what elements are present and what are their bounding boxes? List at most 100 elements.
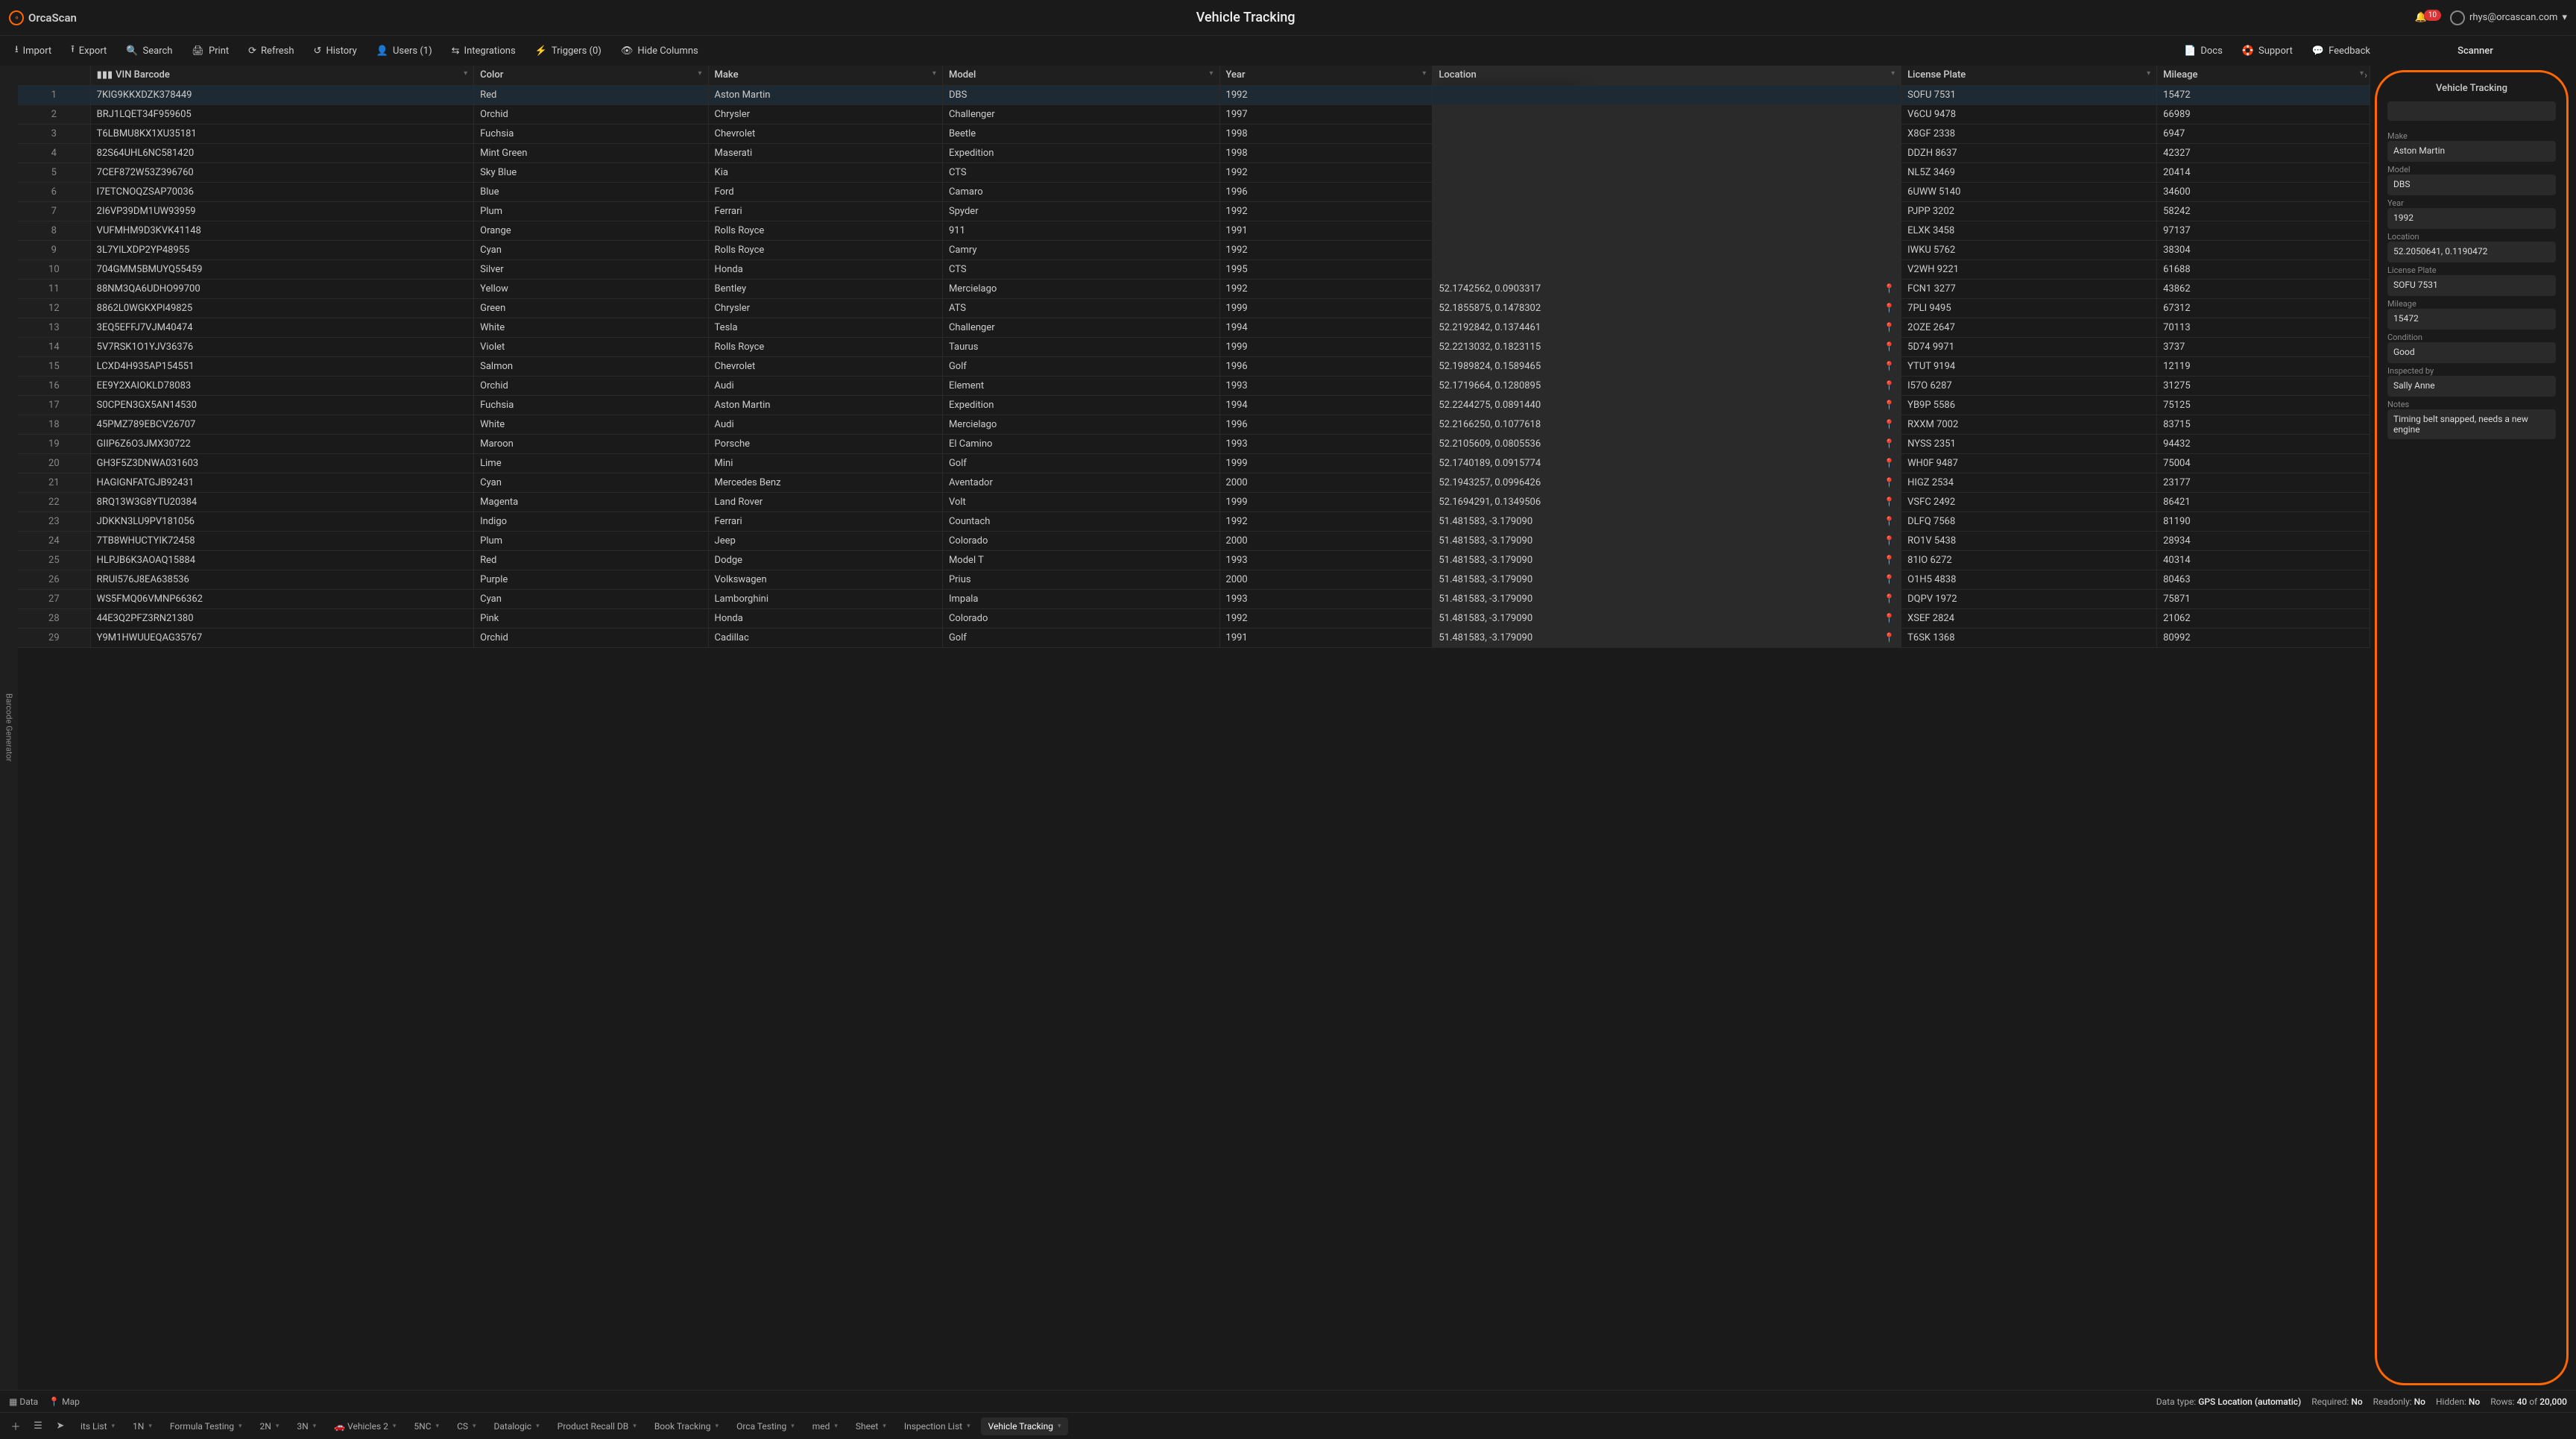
location-pin-icon[interactable]: 📍 [1884, 458, 1895, 468]
cell[interactable]: 1991 [1219, 628, 1433, 647]
cell[interactable]: Magenta [474, 492, 708, 511]
row-number[interactable]: 6 [18, 182, 90, 201]
cell[interactable]: V2WH 9221 [1901, 259, 2157, 279]
cell[interactable]: 67312 [2157, 298, 2370, 318]
location-pin-icon[interactable]: 📍 [1884, 400, 1895, 410]
cell[interactable]: 51.481583, -3.179090📍 [1433, 531, 1901, 550]
row-number[interactable]: 20 [18, 453, 90, 473]
cell[interactable]: Dodge [708, 550, 942, 570]
cell[interactable]: Taurus [942, 337, 1219, 356]
cell[interactable]: 1992 [1219, 201, 1433, 221]
cell[interactable]: Blue [474, 182, 708, 201]
table-row[interactable]: 228RQ13W3G8YTU20384MagentaLand RoverVolt… [18, 492, 2370, 511]
hide-columns-button[interactable]: 👁Hide Columns [613, 42, 706, 60]
cell[interactable]: 52.1855875, 0.1478302📍 [1433, 298, 1901, 318]
row-number[interactable]: 15 [18, 356, 90, 376]
cell[interactable]: 81190 [2157, 511, 2370, 531]
scanner-field-value[interactable]: Sally Anne [2387, 376, 2556, 397]
row-number[interactable]: 22 [18, 492, 90, 511]
table-row[interactable]: 145V7RSK1O1YJV36376VioletRolls RoyceTaur… [18, 337, 2370, 356]
table-row[interactable]: 2BRJ1LQET34F959605OrchidChryslerChalleng… [18, 104, 2370, 124]
cell[interactable]: Spyder [942, 201, 1219, 221]
cell[interactable]: 52.2166250, 0.1077618📍 [1433, 415, 1901, 434]
location-pin-icon[interactable]: 📍 [1884, 283, 1895, 294]
row-number[interactable]: 1 [18, 85, 90, 104]
sheet-tab[interactable]: Orca Testing▾ [729, 1417, 802, 1435]
cell[interactable] [1433, 124, 1901, 143]
cell[interactable]: 31275 [2157, 376, 2370, 395]
cell[interactable]: Purple [474, 570, 708, 589]
cell[interactable]: Aventador [942, 473, 1219, 492]
cell[interactable]: 40314 [2157, 550, 2370, 570]
cell[interactable]: 1991 [1219, 221, 1433, 240]
cell[interactable] [1433, 104, 1901, 124]
cell[interactable]: HIGZ 2534 [1901, 473, 2157, 492]
row-number[interactable]: 16 [18, 376, 90, 395]
cell[interactable]: Camaro [942, 182, 1219, 201]
support-button[interactable]: 🛟Support [2235, 42, 2300, 60]
cell[interactable]: Chevrolet [708, 124, 942, 143]
table-row[interactable]: 20GH3F5Z3DNWA031603LimeMiniGolf199952.17… [18, 453, 2370, 473]
cell[interactable]: 1992 [1219, 240, 1433, 259]
row-number[interactable]: 28 [18, 608, 90, 628]
table-row[interactable]: 93L7YILXDP2YP48955CyanRolls RoyceCamry19… [18, 240, 2370, 259]
cell[interactable]: EE9Y2XAIOKLD78083 [90, 376, 473, 395]
cell[interactable]: 2000 [1219, 570, 1433, 589]
cell[interactable]: Ferrari [708, 511, 942, 531]
cell[interactable]: Audi [708, 415, 942, 434]
cell[interactable]: HAGIGNFATGJB92431 [90, 473, 473, 492]
cell[interactable]: Rolls Royce [708, 221, 942, 240]
cell[interactable]: 70113 [2157, 318, 2370, 337]
cell[interactable]: CTS [942, 163, 1219, 182]
cell[interactable] [1433, 163, 1901, 182]
cell[interactable]: SOFU 7531 [1901, 85, 2157, 104]
user-menu[interactable]: rhys@orcascan.com ▾ [2450, 10, 2567, 25]
row-number[interactable]: 23 [18, 511, 90, 531]
cell[interactable]: Yellow [474, 279, 708, 298]
triggers-button[interactable]: ⚡Triggers (0) [528, 42, 609, 60]
cell[interactable]: Expedition [942, 395, 1219, 415]
cell[interactable]: VUFMHM9D3KVK41148 [90, 221, 473, 240]
sheet-tab[interactable]: Datalogic▾ [487, 1417, 547, 1435]
cell[interactable]: T6SK 1368 [1901, 628, 2157, 647]
cell[interactable]: 83715 [2157, 415, 2370, 434]
cell[interactable]: 1995 [1219, 259, 1433, 279]
location-pin-icon[interactable]: 📍 [1884, 419, 1895, 429]
table-row[interactable]: 57CEF872W53Z396760Sky BlueKiaCTS1992NL5Z… [18, 163, 2370, 182]
row-number[interactable]: 9 [18, 240, 90, 259]
cell[interactable]: Lamborghini [708, 589, 942, 608]
cell[interactable]: I57O 6287 [1901, 376, 2157, 395]
cell[interactable]: Y9M1HWUUEQAG35767 [90, 628, 473, 647]
location-pin-icon[interactable]: 📍 [1884, 380, 1895, 391]
cell[interactable]: 51.481583, -3.179090📍 [1433, 608, 1901, 628]
cell[interactable]: Chrysler [708, 298, 942, 318]
cell[interactable]: 1992 [1219, 163, 1433, 182]
cell[interactable]: Beetle [942, 124, 1219, 143]
cell[interactable]: Mercedes Benz [708, 473, 942, 492]
cell[interactable]: 5V7RSK1O1YJV36376 [90, 337, 473, 356]
cell[interactable]: 86421 [2157, 492, 2370, 511]
location-pin-icon[interactable]: 📍 [1884, 303, 1895, 313]
table-row[interactable]: 27WS5FMQ06VMNP66362CyanLamborghiniImpala… [18, 589, 2370, 608]
cell[interactable]: Orange [474, 221, 708, 240]
sheet-tab[interactable]: Sheet▾ [848, 1417, 894, 1435]
search-button[interactable]: 🔍Search [119, 42, 180, 60]
cell[interactable]: Plum [474, 201, 708, 221]
cell[interactable]: Ford [708, 182, 942, 201]
cell[interactable]: 1996 [1219, 356, 1433, 376]
cell[interactable]: Orchid [474, 376, 708, 395]
cell[interactable]: YB9P 5586 [1901, 395, 2157, 415]
cell[interactable]: Pink [474, 608, 708, 628]
cell[interactable]: YTUT 9194 [1901, 356, 2157, 376]
sheet-tab[interactable]: Formula Testing▾ [162, 1417, 250, 1435]
cell[interactable]: Cadillac [708, 628, 942, 647]
more-columns-icon[interactable]: › [2364, 70, 2367, 81]
cell[interactable]: Cyan [474, 240, 708, 259]
cell[interactable]: Mint Green [474, 143, 708, 163]
cell[interactable]: CTS [942, 259, 1219, 279]
cell[interactable]: 3L7YILXDP2YP48955 [90, 240, 473, 259]
cell[interactable]: 1993 [1219, 434, 1433, 453]
cell[interactable]: Element [942, 376, 1219, 395]
cell[interactable]: 52.1694291, 0.1349506📍 [1433, 492, 1901, 511]
cell[interactable]: 1992 [1219, 279, 1433, 298]
